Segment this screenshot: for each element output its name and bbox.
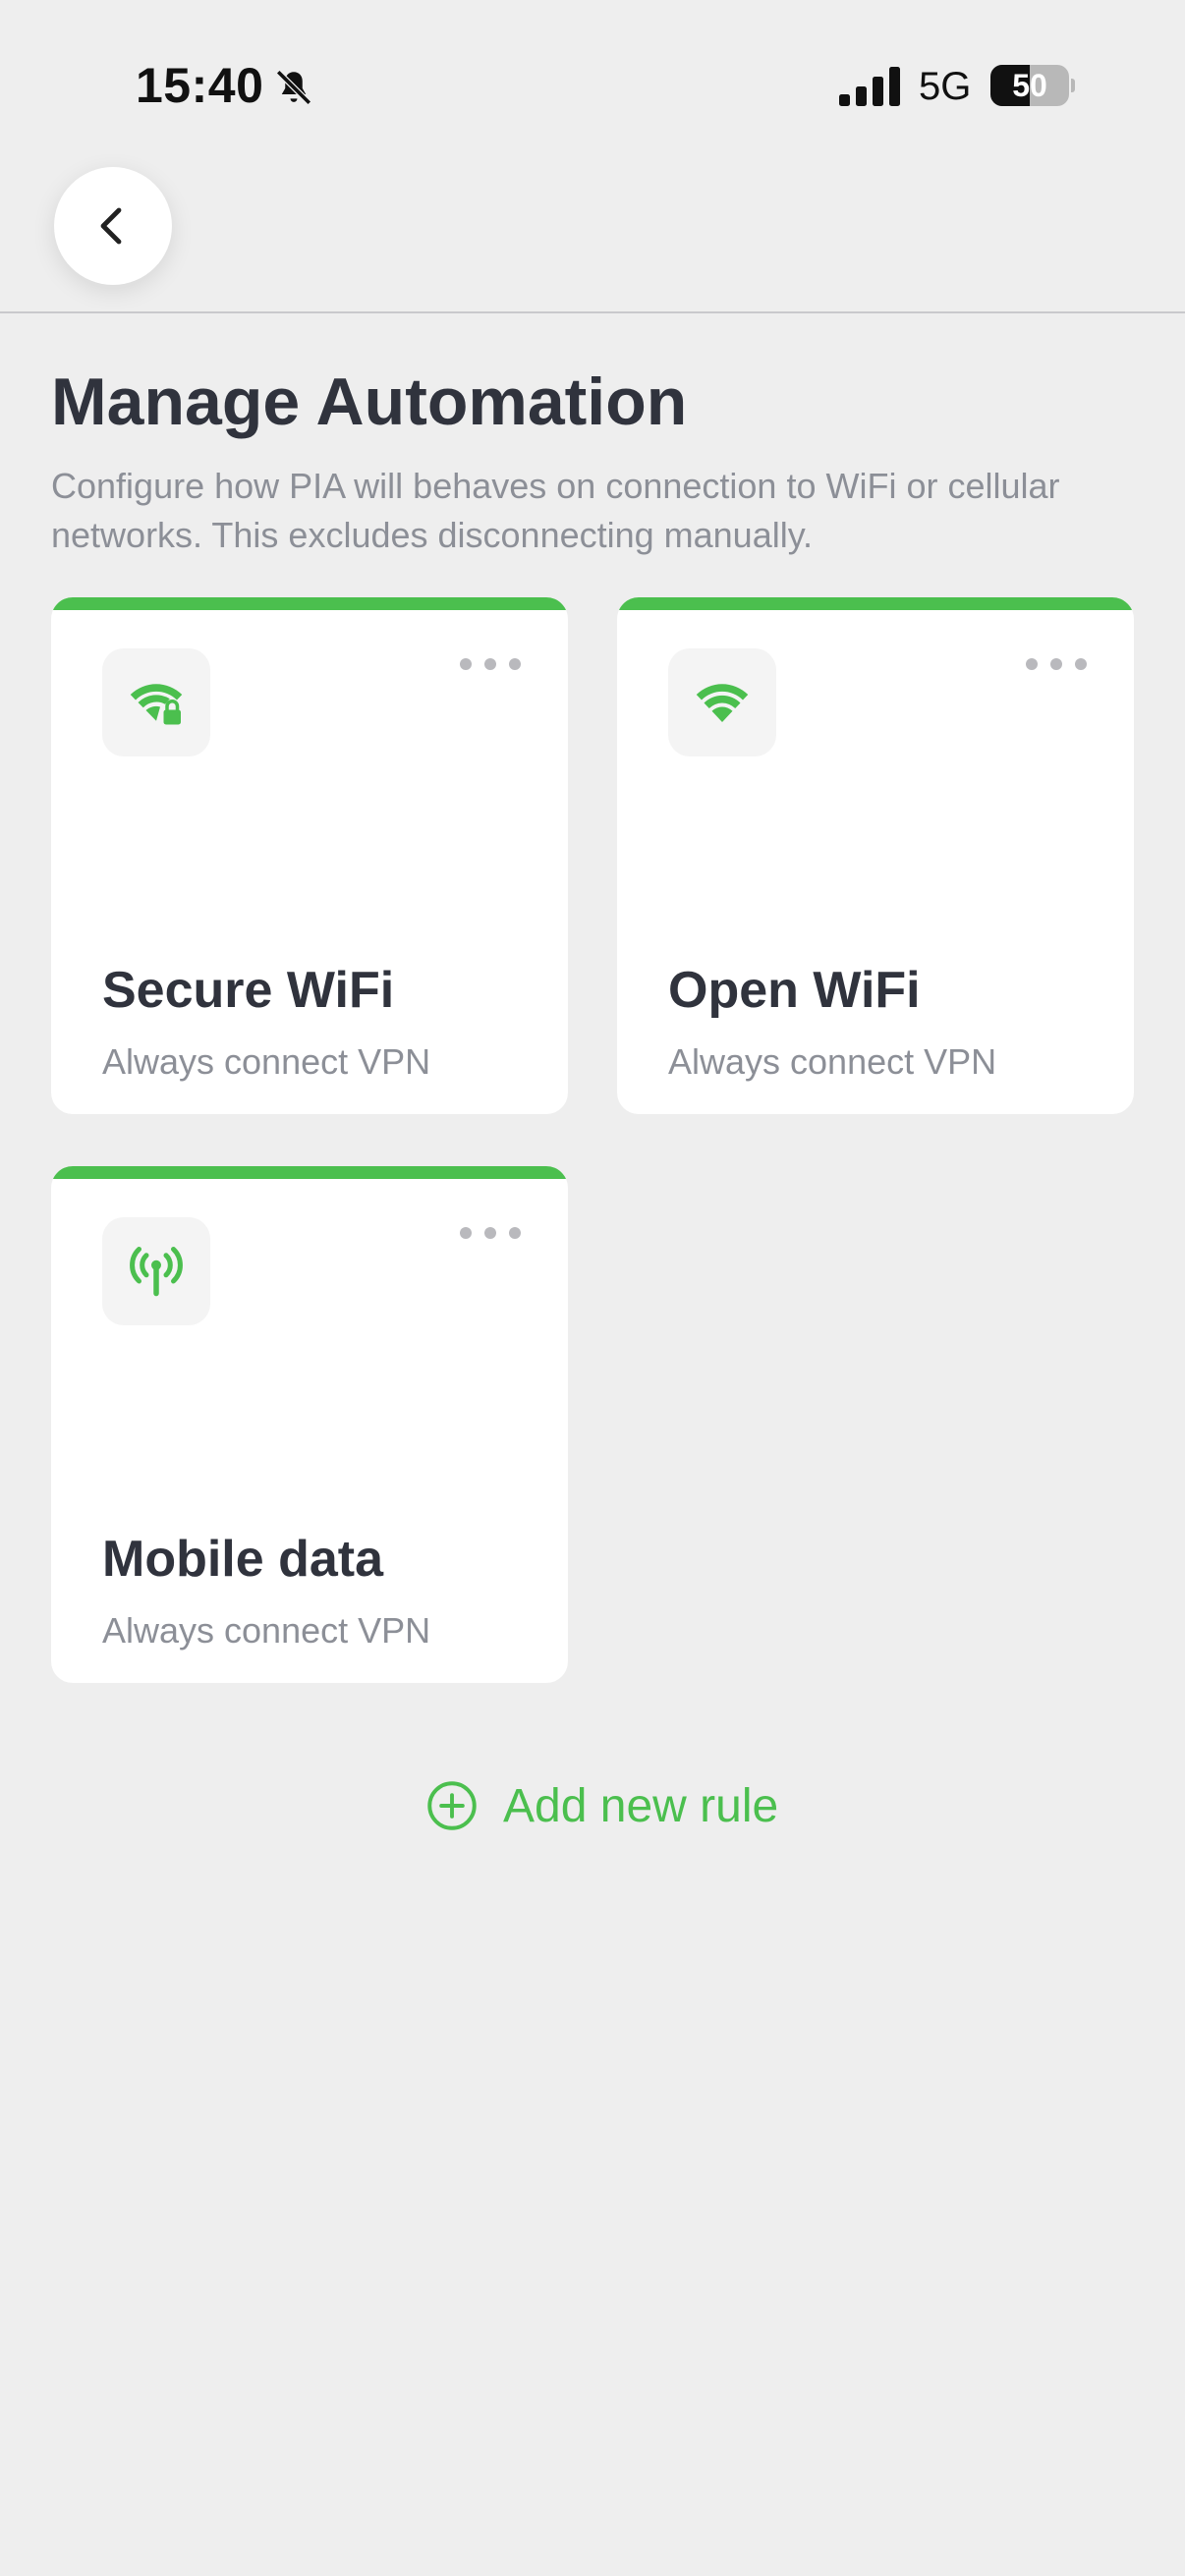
bell-off-icon xyxy=(276,70,311,105)
status-time: 15:40 xyxy=(136,58,264,113)
card-accent-bar xyxy=(51,1166,568,1179)
rule-title: Open WiFi xyxy=(668,962,921,1019)
header-divider xyxy=(0,311,1185,313)
card-accent-bar xyxy=(51,597,568,610)
secure-wifi-icon xyxy=(130,684,183,725)
rule-title: Secure WiFi xyxy=(102,962,395,1019)
add-new-rule-label: Add new rule xyxy=(503,1779,779,1832)
rule-card-mobile-data[interactable]: Mobile data Always connect VPN xyxy=(51,1166,568,1683)
card-icon-container xyxy=(102,648,210,756)
page-title: Manage Automation xyxy=(51,364,688,439)
rule-card-secure-wifi[interactable]: Secure WiFi Always connect VPN xyxy=(51,597,568,1114)
card-icon-container xyxy=(102,1217,210,1325)
rule-action: Always connect VPN xyxy=(668,1041,997,1082)
add-new-rule-button[interactable]: Add new rule xyxy=(426,1776,778,1835)
wifi-icon xyxy=(696,684,749,722)
rule-card-open-wifi[interactable]: Open WiFi Always connect VPN xyxy=(617,597,1134,1114)
chevron-left-icon xyxy=(100,207,122,245)
cellular-antenna-icon xyxy=(130,1247,183,1297)
battery-icon: 50 xyxy=(990,65,1075,106)
network-type: 5G xyxy=(919,65,972,108)
rule-action: Always connect VPN xyxy=(102,1041,431,1082)
rule-title: Mobile data xyxy=(102,1531,384,1588)
card-accent-bar xyxy=(617,597,1134,610)
more-options-button[interactable] xyxy=(1026,652,1087,676)
more-options-button[interactable] xyxy=(460,1221,521,1245)
rule-action: Always connect VPN xyxy=(102,1610,431,1651)
plus-circle-icon xyxy=(427,1781,477,1830)
battery-level: 50 xyxy=(1012,68,1047,103)
more-options-button[interactable] xyxy=(460,652,521,676)
signal-icon xyxy=(839,67,900,106)
card-icon-container xyxy=(668,648,776,756)
back-button[interactable] xyxy=(54,167,172,285)
page-description: Configure how PIA will behaves on connec… xyxy=(51,466,1060,555)
status-bar: 15:40 5G 50 xyxy=(0,0,1185,147)
